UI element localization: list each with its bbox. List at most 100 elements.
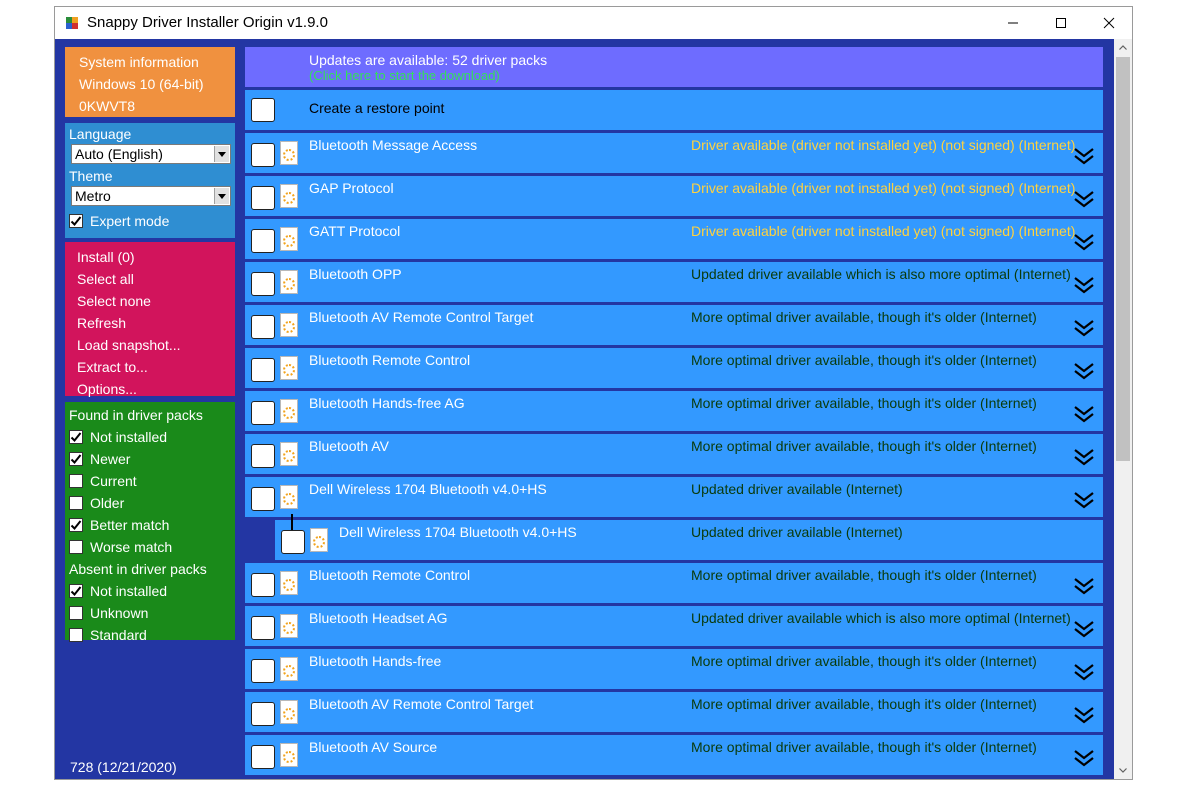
expert-mode-toggle[interactable]: Expert mode [69,210,235,232]
driver-row[interactable]: Bluetooth OPP Updated driver available wh… [245,262,1103,302]
scroll-down-button[interactable] [1114,762,1132,779]
driver-file-icon [280,270,298,294]
filter-checkbox[interactable] [69,518,83,532]
language-select[interactable]: Auto (English) [71,144,231,164]
select-none-button[interactable]: Select none [77,290,235,312]
driver-checkbox[interactable] [251,487,275,511]
maximize-button[interactable] [1038,7,1084,39]
driver-checkbox[interactable] [251,659,275,683]
filter-absent-not-installed[interactable]: Not installed [69,580,235,602]
scroll-thumb[interactable] [1116,57,1130,461]
expand-chevron-icon[interactable] [1073,620,1095,638]
options-button[interactable]: Options... [77,378,235,400]
restore-point-checkbox[interactable] [251,98,275,122]
system-info-panel[interactable]: System information Windows 10 (64-bit) 0… [65,47,235,117]
driver-checkbox[interactable] [251,573,275,597]
filter-newer[interactable]: Newer [69,448,235,470]
updates-banner[interactable]: Updates are available: 52 driver packs (… [245,47,1103,87]
driver-row[interactable]: Bluetooth Remote Control More optimal dri… [245,563,1103,603]
driver-row[interactable]: Bluetooth AV Remote Control Target More o… [245,305,1103,345]
expand-chevron-icon[interactable] [1073,749,1095,767]
load-snapshot-button[interactable]: Load snapshot... [77,334,235,356]
expand-chevron-icon[interactable] [1073,147,1095,165]
expand-chevron-icon[interactable] [1073,491,1095,509]
filter-standard[interactable]: Standard [69,624,235,646]
driver-row[interactable]: Bluetooth AV More optimal driver availabl… [245,434,1103,474]
driver-checkbox[interactable] [281,530,305,554]
filter-current[interactable]: Current [69,470,235,492]
expand-chevron-icon[interactable] [1073,276,1095,294]
expand-chevron-icon[interactable] [1073,233,1095,251]
extract-to-button[interactable]: Extract to... [77,356,235,378]
filter-checkbox[interactable] [69,584,83,598]
filter-found-not-installed[interactable]: Not installed [69,426,235,448]
driver-checkbox[interactable] [251,315,275,339]
theme-select[interactable]: Metro [71,186,231,206]
driver-row[interactable]: Bluetooth AV Remote Control Target More o… [245,692,1103,732]
driver-checkbox[interactable] [251,616,275,640]
install-button[interactable]: Install (0) [77,246,235,268]
filter-checkbox[interactable] [69,606,83,620]
driver-row[interactable]: Bluetooth Message Access Driver available… [245,133,1103,173]
minimize-button[interactable] [990,7,1036,39]
driver-checkbox[interactable] [251,745,275,769]
driver-name: Bluetooth AV Remote Control Target [309,696,534,712]
expand-chevron-icon[interactable] [1073,577,1095,595]
close-button[interactable] [1086,7,1132,39]
driver-name: GAP Protocol [309,180,394,196]
filter-checkbox[interactable] [69,474,83,488]
expand-chevron-icon[interactable] [1073,319,1095,337]
start-download-link[interactable]: (Click here to start the download) [309,68,500,83]
driver-row[interactable]: Bluetooth Headset AG Updated driver avail… [245,606,1103,646]
expand-chevron-icon[interactable] [1073,405,1095,423]
title-bar[interactable]: Snappy Driver Installer Origin v1.9.0 [55,7,1132,39]
driver-status: More optimal driver available, though it… [691,696,1037,712]
driver-checkbox[interactable] [251,186,275,210]
driver-row[interactable]: Bluetooth Hands-free AG More optimal driv… [245,391,1103,431]
filter-checkbox[interactable] [69,452,83,466]
dropdown-arrow [214,188,229,204]
scroll-up-button[interactable] [1114,39,1132,56]
gear-icon [283,751,295,763]
driver-checkbox[interactable] [251,401,275,425]
filter-label: Standard [90,627,147,643]
driver-checkbox[interactable] [251,272,275,296]
vertical-scrollbar[interactable] [1114,39,1132,779]
filter-checkbox[interactable] [69,430,83,444]
driver-row[interactable]: Bluetooth Remote Control More optimal dri… [245,348,1103,388]
driver-checkbox[interactable] [251,702,275,726]
driver-file-icon [280,399,298,423]
filter-checkbox[interactable] [69,496,83,510]
expand-chevron-icon[interactable] [1073,362,1095,380]
sidebar: System information Windows 10 (64-bit) 0… [65,47,235,643]
filter-worse-match[interactable]: Worse match [69,536,235,558]
driver-name: Bluetooth Hands-free AG [309,395,465,411]
filter-older[interactable]: Older [69,492,235,514]
expand-chevron-icon[interactable] [1073,190,1095,208]
driver-row[interactable]: GAP Protocol Driver available (driver not… [245,176,1103,216]
driver-checkbox[interactable] [251,143,275,167]
driver-name: Bluetooth Hands-free [309,653,442,669]
driver-row[interactable]: Bluetooth Hands-free More optimal driver … [245,649,1103,689]
driver-status: Updated driver available (Internet) [691,524,903,540]
select-all-button[interactable]: Select all [77,268,235,290]
driver-name: Dell Wireless 1704 Bluetooth v4.0+HS [309,481,547,497]
refresh-button[interactable]: Refresh [77,312,235,334]
filter-unknown[interactable]: Unknown [69,602,235,624]
driver-checkbox[interactable] [251,358,275,382]
restore-point-row[interactable]: Create a restore point [245,90,1103,130]
expand-chevron-icon[interactable] [1073,663,1095,681]
gear-icon [283,192,295,204]
filter-better-match[interactable]: Better match [69,514,235,536]
expert-mode-checkbox[interactable] [69,214,83,228]
expand-chevron-icon[interactable] [1073,448,1095,466]
driver-row[interactable]: GATT Protocol Driver available (driver no… [245,219,1103,259]
driver-row-child[interactable]: Dell Wireless 1704 Bluetooth v4.0+HS Upda… [275,514,1103,560]
filter-checkbox[interactable] [69,628,83,642]
driver-checkbox[interactable] [251,444,275,468]
driver-checkbox[interactable] [251,229,275,253]
filter-checkbox[interactable] [69,540,83,554]
driver-row[interactable]: Dell Wireless 1704 Bluetooth v4.0+HS Upda… [245,477,1103,517]
driver-row[interactable]: Bluetooth AV Source More optimal driver a… [245,735,1103,775]
expand-chevron-icon[interactable] [1073,706,1095,724]
